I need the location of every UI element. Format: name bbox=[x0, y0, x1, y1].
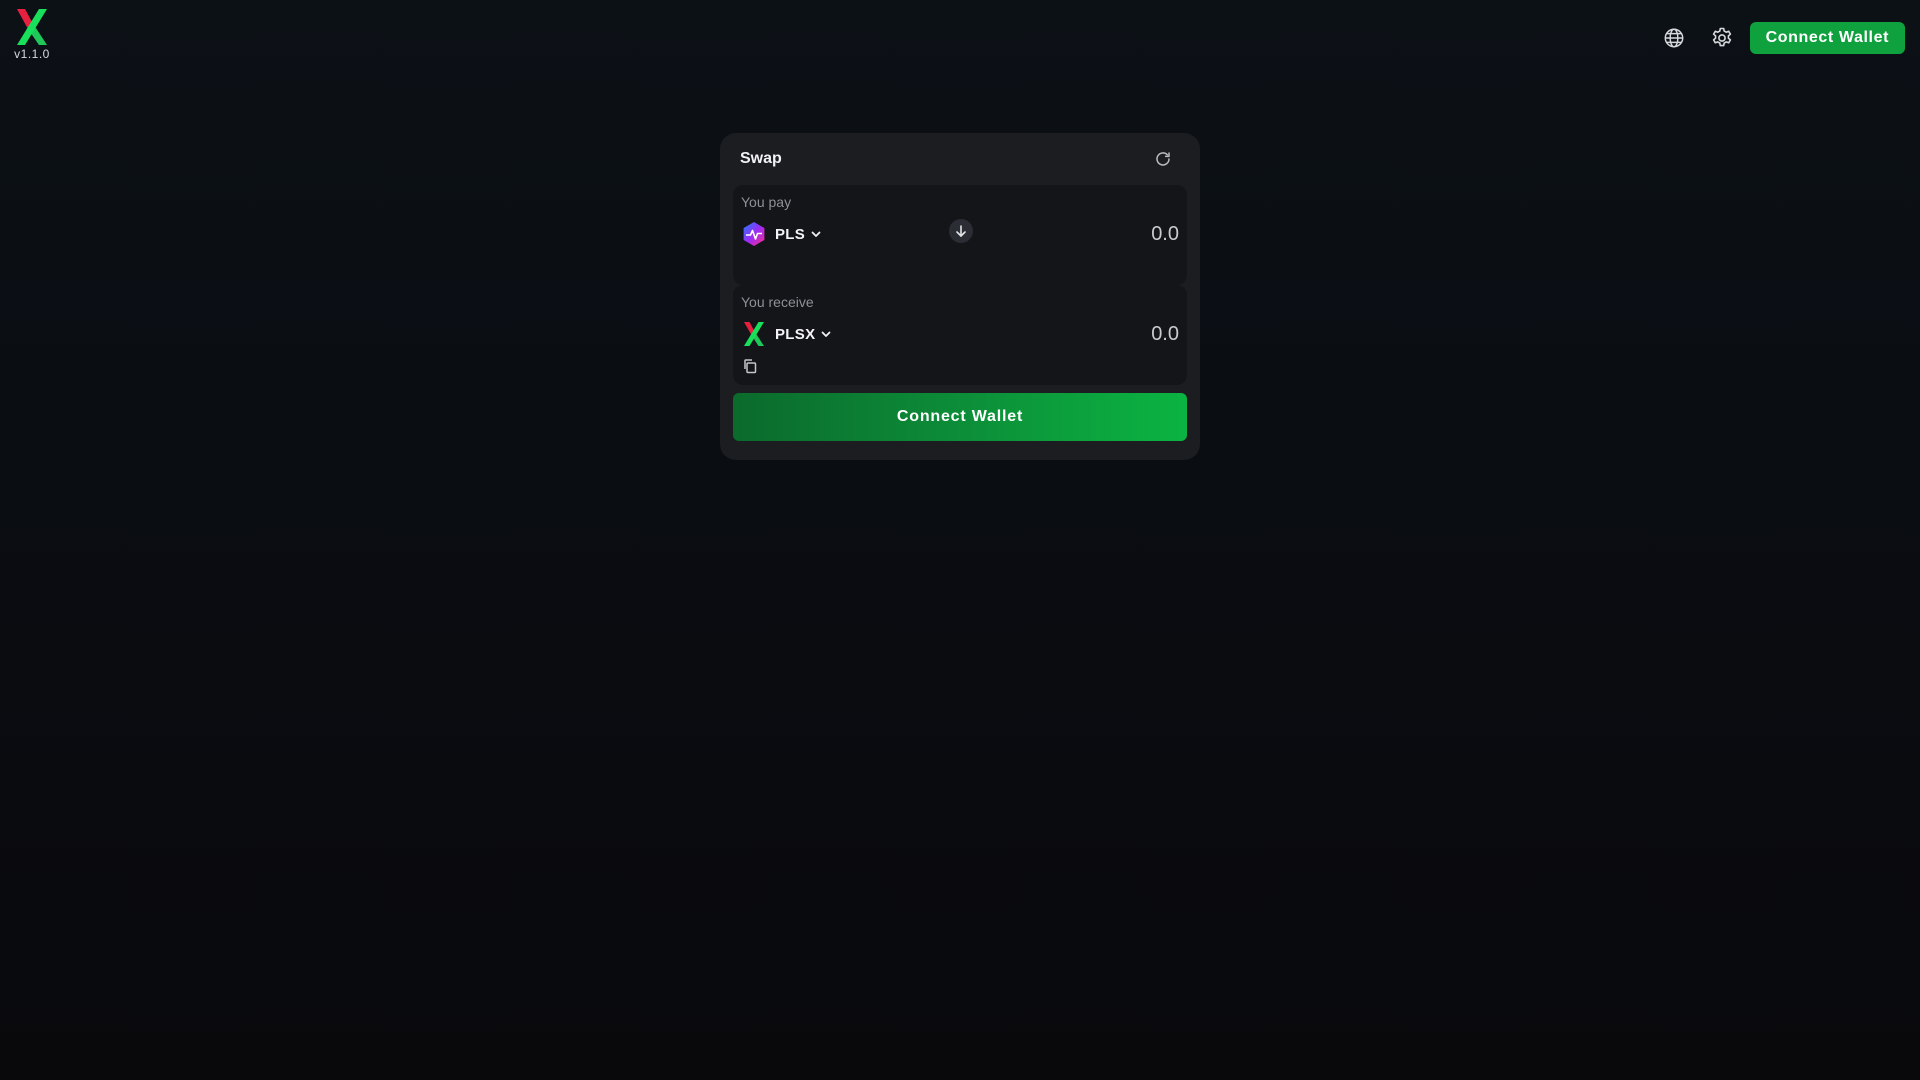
settings-button[interactable] bbox=[1706, 22, 1738, 54]
swap-title: Swap bbox=[740, 150, 782, 167]
app-logo[interactable]: v1.1.0 bbox=[14, 8, 50, 61]
pay-token-symbol: PLS bbox=[775, 225, 806, 243]
swap-card: Swap You pay PLS 0.0 You receive PLSX 0.… bbox=[720, 133, 1200, 460]
pay-amount-input[interactable] bbox=[979, 222, 1179, 246]
receive-label: You receive bbox=[741, 294, 814, 310]
plsx-token-icon bbox=[741, 321, 767, 347]
header-actions: Connect Wallet bbox=[1658, 22, 1905, 54]
copy-address-button[interactable] bbox=[742, 358, 758, 374]
switch-tokens-button[interactable] bbox=[949, 219, 973, 243]
pls-token-icon bbox=[741, 221, 767, 247]
receive-panel: You receive PLSX bbox=[733, 285, 1187, 385]
pay-label: You pay bbox=[741, 194, 792, 210]
chevron-down-icon bbox=[810, 228, 822, 240]
refresh-button[interactable] bbox=[1152, 148, 1174, 170]
receive-token-select[interactable]: PLSX bbox=[741, 321, 832, 347]
receive-token-row: PLSX bbox=[741, 321, 1179, 347]
app-version: v1.1.0 bbox=[14, 47, 50, 61]
gear-icon bbox=[1712, 27, 1731, 47]
refresh-icon bbox=[1156, 152, 1170, 166]
swap-card-header: Swap bbox=[733, 133, 1187, 185]
globe-icon bbox=[1664, 28, 1684, 48]
swap-connect-wallet-button[interactable]: Connect Wallet bbox=[733, 393, 1187, 441]
receive-token-symbol: PLSX bbox=[775, 325, 816, 343]
copy-icon bbox=[744, 359, 757, 374]
receive-amount-input[interactable] bbox=[979, 322, 1179, 346]
language-button[interactable] bbox=[1658, 22, 1690, 54]
arrow-down-icon bbox=[956, 225, 966, 237]
pay-token-select[interactable]: PLS bbox=[741, 221, 822, 247]
chevron-down-icon bbox=[820, 328, 832, 340]
header-connect-wallet-button[interactable]: Connect Wallet bbox=[1749, 22, 1905, 54]
logo-x-icon bbox=[17, 9, 47, 45]
